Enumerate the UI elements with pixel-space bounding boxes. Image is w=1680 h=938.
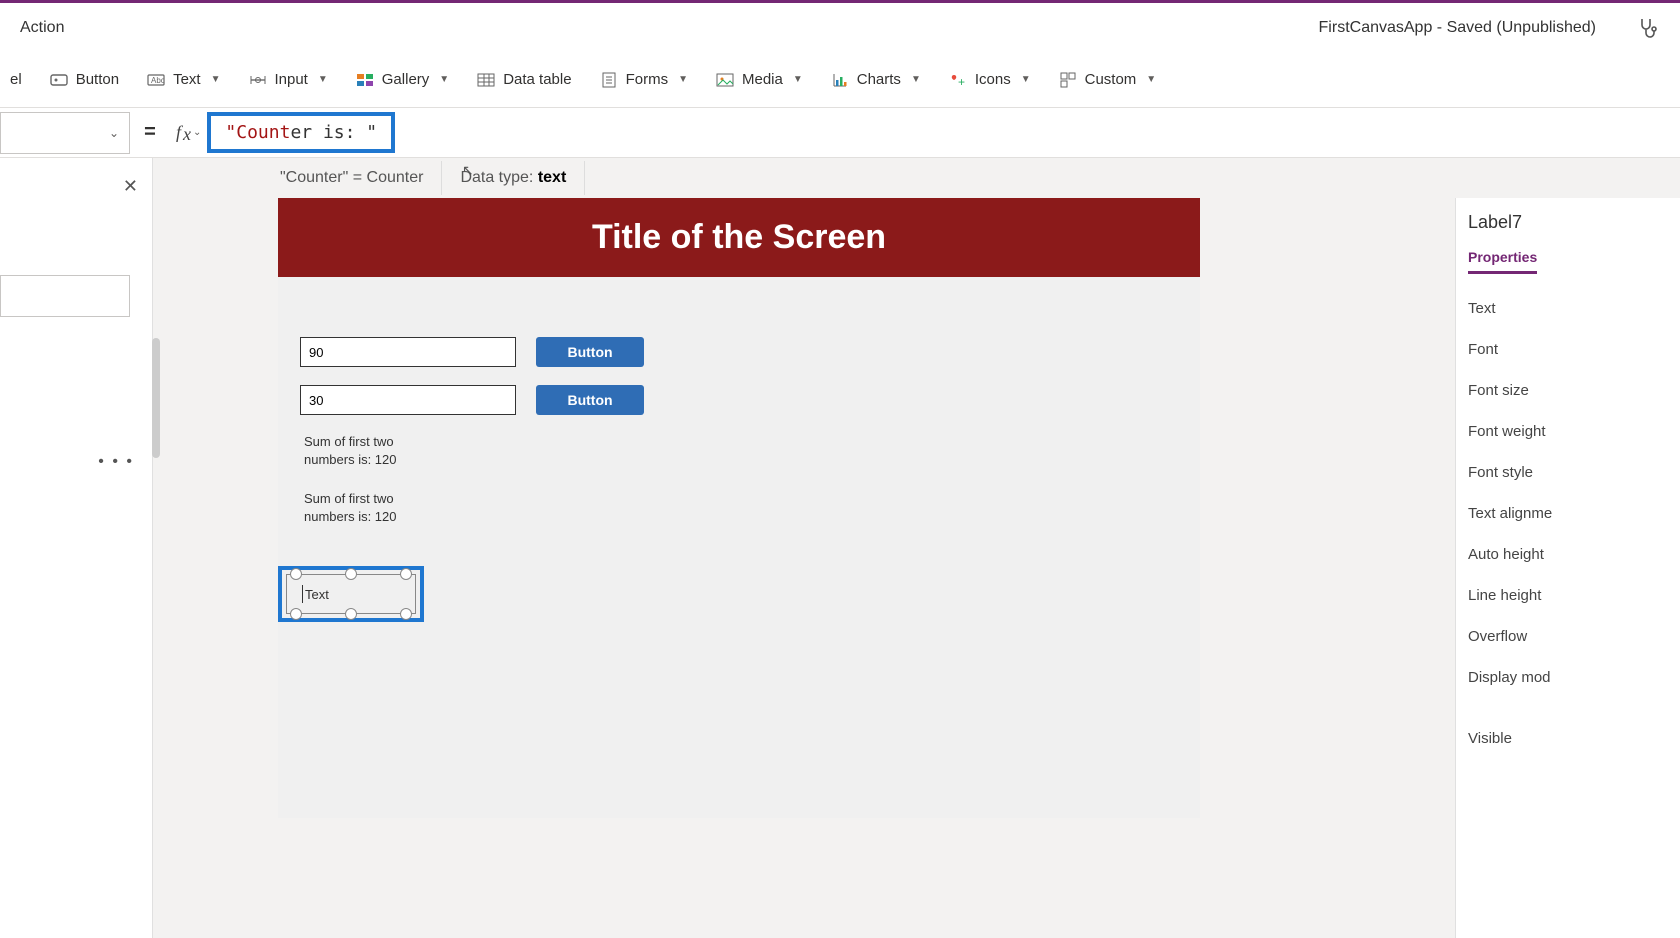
- custom-icon: [1059, 71, 1077, 89]
- chevron-down-icon: ▼: [1021, 74, 1031, 85]
- text-input-2[interactable]: [300, 385, 516, 415]
- resize-handle[interactable]: [400, 568, 412, 580]
- sum-label-1: Sum of first two numbers is: 120: [304, 433, 434, 468]
- text-icon: Abc: [147, 71, 165, 89]
- intellisense-suggestion[interactable]: "Counter" = Counter: [262, 161, 442, 195]
- ribbon-charts[interactable]: Charts▼: [831, 71, 921, 89]
- prop-overflow[interactable]: Overflow: [1468, 616, 1668, 657]
- chevron-down-icon: ▼: [793, 74, 803, 85]
- intellisense-bar: "Counter" = Counter Data type: text: [262, 158, 585, 198]
- ribbon-text[interactable]: Abc Text▼: [147, 71, 220, 89]
- ribbon-button[interactable]: Button: [50, 71, 119, 89]
- ribbon-forms[interactable]: Forms▼: [600, 71, 688, 89]
- resize-handle[interactable]: [345, 608, 357, 620]
- button-icon: [50, 71, 68, 89]
- app-title: FirstCanvasApp - Saved (Unpublished): [1319, 19, 1596, 37]
- ribbon-input[interactable]: Input▼: [248, 71, 327, 89]
- selected-label-text: Text: [305, 587, 329, 602]
- property-dropdown[interactable]: ⌄: [0, 112, 130, 154]
- text-input-1[interactable]: [300, 337, 516, 367]
- scrollbar[interactable]: [152, 338, 160, 458]
- tab-properties[interactable]: Properties: [1468, 249, 1537, 274]
- equals-sign: =: [130, 121, 170, 144]
- prop-font-style[interactable]: Font style: [1468, 452, 1668, 493]
- button-2[interactable]: Button: [536, 385, 644, 415]
- chevron-down-icon: ⌄: [193, 127, 201, 138]
- chevron-down-icon: ▼: [439, 74, 449, 85]
- chevron-down-icon: ▼: [211, 74, 221, 85]
- formula-input[interactable]: "Counter is: ": [207, 112, 395, 153]
- prop-font-weight[interactable]: Font weight: [1468, 411, 1668, 452]
- icons-icon: +: [949, 71, 967, 89]
- sum-label-2: Sum of first two numbers is: 120: [304, 490, 434, 525]
- canvas-screen[interactable]: Title of the Screen Button Button Sum of…: [278, 198, 1200, 818]
- diagnostics-icon[interactable]: [1636, 16, 1660, 40]
- button-1[interactable]: Button: [536, 337, 644, 367]
- ribbon-media[interactable]: Media▼: [716, 71, 803, 89]
- chevron-down-icon: ▼: [678, 74, 688, 85]
- prop-auto-height[interactable]: Auto height: [1468, 534, 1668, 575]
- prop-line-height[interactable]: Line height: [1468, 575, 1668, 616]
- more-icon[interactable]: • • •: [98, 453, 134, 471]
- prop-display-mode[interactable]: Display mod: [1468, 657, 1668, 698]
- forms-icon: [600, 71, 618, 89]
- left-tree-panel: ✕ • • •: [0, 158, 153, 938]
- chevron-down-icon: ▼: [318, 74, 328, 85]
- search-input[interactable]: [0, 275, 130, 317]
- fx-button[interactable]: fx ⌄: [170, 122, 207, 143]
- selected-control-name: Label7: [1468, 212, 1668, 233]
- prop-font[interactable]: Font: [1468, 329, 1668, 370]
- datatable-icon: [477, 71, 495, 89]
- resize-handle[interactable]: [400, 608, 412, 620]
- ribbon: el Button Abc Text▼ Input▼ Gallery▼ Data…: [0, 52, 1680, 108]
- prop-text[interactable]: Text: [1468, 288, 1668, 329]
- chevron-down-icon: ⌄: [109, 126, 119, 140]
- screen-title-label: Title of the Screen: [278, 198, 1200, 277]
- resize-handle[interactable]: [290, 568, 302, 580]
- title-bar: Action FirstCanvasApp - Saved (Unpublish…: [0, 0, 1680, 52]
- prop-font-size[interactable]: Font size: [1468, 370, 1668, 411]
- charts-icon: [831, 71, 849, 89]
- formula-bar: ⌄ = fx ⌄ "Counter is: ": [0, 108, 1680, 158]
- prop-text-alignment[interactable]: Text alignme: [1468, 493, 1668, 534]
- close-icon[interactable]: ✕: [123, 176, 138, 197]
- formula-text-rest: er is: ": [290, 122, 377, 143]
- text-caret: [302, 585, 303, 603]
- formula-text-highlight: "Count: [225, 122, 290, 143]
- ribbon-datatable[interactable]: Data table: [477, 71, 571, 89]
- svg-text:Abc: Abc: [151, 76, 165, 85]
- ribbon-label-trunc[interactable]: el: [10, 71, 22, 88]
- selected-label-control[interactable]: Text: [278, 566, 424, 622]
- input-icon: [248, 71, 266, 89]
- ribbon-gallery[interactable]: Gallery▼: [356, 71, 449, 89]
- cursor-icon: ↖: [462, 162, 474, 179]
- svg-text:+: +: [958, 75, 965, 88]
- chevron-down-icon: ▼: [911, 74, 921, 85]
- ribbon-icons[interactable]: + Icons▼: [949, 71, 1031, 89]
- ribbon-custom[interactable]: Custom▼: [1059, 71, 1157, 89]
- resize-handle[interactable]: [290, 608, 302, 620]
- resize-handle[interactable]: [345, 568, 357, 580]
- properties-panel: Label7 Properties Text Font Font size Fo…: [1455, 198, 1680, 938]
- prop-visible[interactable]: Visible: [1468, 718, 1668, 759]
- chevron-down-icon: ▼: [1146, 74, 1156, 85]
- gallery-icon: [356, 71, 374, 89]
- media-icon: [716, 71, 734, 89]
- action-menu[interactable]: Action: [20, 19, 64, 37]
